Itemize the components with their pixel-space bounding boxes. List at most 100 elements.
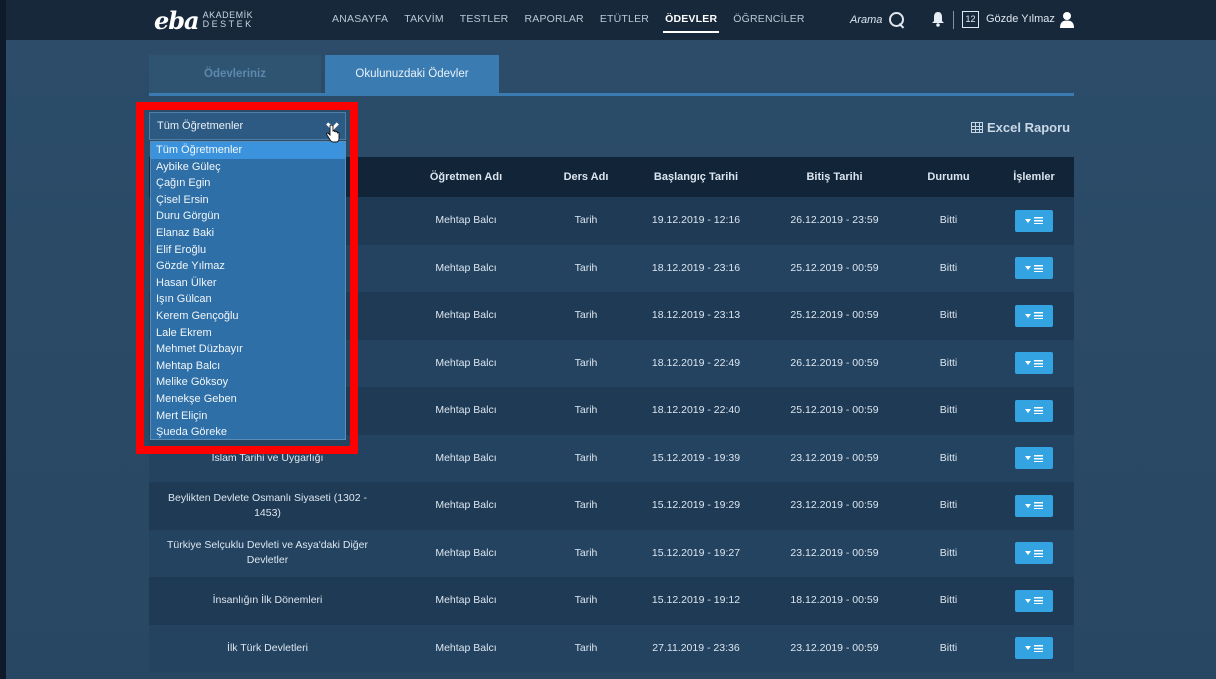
teacher-option[interactable]: Tüm Öğretmenler bbox=[151, 142, 345, 159]
teacher-option[interactable]: Elanaz Baki bbox=[151, 225, 345, 242]
search-label: Arama bbox=[850, 14, 883, 26]
cell-topic: Beylikten Devlete Osmanlı Siyaseti (1302… bbox=[167, 491, 367, 519]
cell-start-date: 15.12.2019 - 19:29 bbox=[651, 499, 741, 512]
eba-logo[interactable]: eba AKADEMİK DESTEK bbox=[154, 5, 254, 35]
tab-odevleriniz[interactable]: Ödevleriniz bbox=[149, 55, 321, 93]
excel-report-label: Excel Raporu bbox=[987, 120, 1071, 135]
cell-teacher: Mehtap Balcı bbox=[435, 309, 497, 322]
top-navbar: eba AKADEMİK DESTEK ANASAYFA TAKVİM TEST… bbox=[6, 0, 1216, 40]
teacher-option[interactable]: Işın Gülcan bbox=[151, 291, 345, 308]
teacher-option[interactable]: Elif Eroğlu bbox=[151, 242, 345, 259]
teacher-option[interactable]: Kerem Gençoğlu bbox=[151, 308, 345, 325]
caret-down-icon bbox=[1025, 598, 1031, 603]
menu-lines-icon bbox=[1034, 549, 1043, 557]
search-button[interactable]: Arama bbox=[850, 10, 906, 30]
row-actions-button[interactable] bbox=[1015, 494, 1053, 517]
menu-lines-icon bbox=[1034, 217, 1043, 225]
cell-teacher: Mehtap Balcı bbox=[435, 641, 497, 654]
cell-actions bbox=[994, 197, 1074, 245]
cell-teacher: Mehtap Balcı bbox=[435, 261, 497, 274]
user-icon[interactable] bbox=[1060, 11, 1074, 28]
cell-actions bbox=[994, 292, 1074, 340]
teacher-option[interactable]: Gözde Yılmaz bbox=[151, 258, 345, 275]
teacher-option[interactable]: Lale Ekrem bbox=[151, 325, 345, 342]
column-header-actions: İşlemler bbox=[1013, 171, 1055, 183]
cell-status: Bitti bbox=[939, 594, 958, 607]
teacher-option[interactable]: Çisel Ersin bbox=[151, 192, 345, 209]
menu-lines-icon bbox=[1034, 407, 1043, 415]
row-actions-button[interactable] bbox=[1015, 352, 1053, 375]
row-actions-button[interactable] bbox=[1015, 209, 1053, 232]
cell-start-date: 18.12.2019 - 23:16 bbox=[651, 261, 741, 274]
cell-course: Tarih bbox=[574, 214, 598, 227]
teacher-option[interactable]: Çağın Egin bbox=[151, 175, 345, 192]
cell-course: Tarih bbox=[574, 309, 598, 322]
hand-cursor-icon bbox=[326, 125, 340, 143]
teacher-option[interactable]: Mert Eliçin bbox=[151, 408, 345, 425]
teacher-option[interactable]: Mehmet Düzbayır bbox=[151, 341, 345, 358]
cell-start-date: 15.12.2019 - 19:39 bbox=[651, 451, 741, 464]
menu-lines-icon bbox=[1034, 644, 1043, 652]
cell-teacher: Mehtap Balcı bbox=[435, 214, 497, 227]
column-header-status[interactable]: Durumu bbox=[903, 157, 994, 197]
cell-actions bbox=[994, 530, 1074, 578]
nav-item-anasayfa[interactable]: ANASAYFA bbox=[324, 0, 396, 40]
cell-end-date: 25.12.2019 - 00:59 bbox=[790, 404, 879, 417]
cell-teacher: Mehtap Balcı bbox=[435, 451, 497, 464]
teacher-option[interactable]: Melike Göksoy bbox=[151, 374, 345, 391]
cell-teacher: Mehtap Balcı bbox=[435, 499, 497, 512]
teacher-option[interactable]: Hasan Ülker bbox=[151, 275, 345, 292]
nav-item-ogrenciler[interactable]: ÖĞRENCİLER bbox=[725, 0, 812, 40]
nav-item-raporlar[interactable]: RAPORLAR bbox=[516, 0, 591, 40]
cell-end-date: 23.12.2019 - 00:59 bbox=[790, 546, 879, 559]
teacher-option[interactable]: Aybike Güleç bbox=[151, 159, 345, 176]
bell-icon[interactable] bbox=[931, 11, 945, 27]
row-actions-button[interactable] bbox=[1015, 542, 1053, 565]
teacher-option[interactable]: Şueda Göreke bbox=[151, 424, 345, 441]
caret-down-icon bbox=[1025, 503, 1031, 508]
row-actions-button[interactable] bbox=[1015, 304, 1053, 327]
nav-item-takvim[interactable]: TAKVİM bbox=[396, 0, 452, 40]
teacher-filter-select[interactable]: Tüm Öğretmenler bbox=[149, 112, 346, 140]
column-header-start[interactable]: Başlangıç Tarihi bbox=[626, 157, 766, 197]
menu-lines-icon bbox=[1034, 502, 1043, 510]
cell-status: Bitti bbox=[939, 451, 958, 464]
tab-underline bbox=[149, 93, 1074, 96]
cell-actions bbox=[994, 245, 1074, 293]
menu-lines-icon bbox=[1034, 264, 1043, 272]
logo-mark: eba bbox=[154, 5, 200, 35]
row-actions-button[interactable] bbox=[1015, 447, 1053, 470]
cell-teacher: Mehtap Balcı bbox=[435, 404, 497, 417]
column-header-course[interactable]: Ders Adı bbox=[546, 157, 626, 197]
row-actions-button[interactable] bbox=[1015, 637, 1053, 660]
column-header-end[interactable]: Bitiş Tarihi bbox=[766, 157, 903, 197]
nav-item-etutler[interactable]: ETÜTLER bbox=[592, 0, 657, 40]
cell-actions bbox=[994, 625, 1074, 673]
teacher-option[interactable]: Duru Görgün bbox=[151, 208, 345, 225]
user-name[interactable]: Gözde Yılmaz bbox=[986, 13, 1055, 25]
teacher-option[interactable]: Mehtap Balcı bbox=[151, 358, 345, 375]
cell-teacher: Mehtap Balcı bbox=[435, 594, 497, 607]
cell-end-date: 23.12.2019 - 00:59 bbox=[790, 641, 879, 654]
nav-item-testler[interactable]: TESTLER bbox=[452, 0, 517, 40]
cell-status: Bitti bbox=[939, 404, 958, 417]
row-actions-button[interactable] bbox=[1015, 257, 1053, 280]
column-header-teacher[interactable]: Öğretmen Adı bbox=[386, 157, 546, 197]
row-actions-button[interactable] bbox=[1015, 589, 1053, 612]
cell-topic: İnsanlığın İlk Dönemleri bbox=[212, 594, 323, 607]
cell-course: Tarih bbox=[574, 546, 598, 559]
cell-status: Bitti bbox=[939, 214, 958, 227]
teacher-option[interactable]: Menekşe Geben bbox=[151, 391, 345, 408]
cell-end-date: 18.12.2019 - 00:59 bbox=[790, 594, 879, 607]
cell-start-date: 15.12.2019 - 19:27 bbox=[651, 546, 741, 559]
calendar-icon[interactable]: 12 bbox=[962, 11, 979, 28]
cell-status: Bitti bbox=[939, 546, 958, 559]
caret-down-icon bbox=[1025, 266, 1031, 271]
table-grid-icon bbox=[971, 122, 983, 133]
nav-item-odevler[interactable]: ÖDEVLER bbox=[657, 0, 725, 40]
cell-start-date: 18.12.2019 - 22:40 bbox=[651, 404, 741, 417]
search-icon bbox=[888, 11, 906, 29]
tab-okulunuzdaki-odevler[interactable]: Okulunuzdaki Ödevler bbox=[325, 55, 499, 93]
excel-report-button[interactable]: Excel Raporu bbox=[971, 120, 1070, 135]
row-actions-button[interactable] bbox=[1015, 399, 1053, 422]
